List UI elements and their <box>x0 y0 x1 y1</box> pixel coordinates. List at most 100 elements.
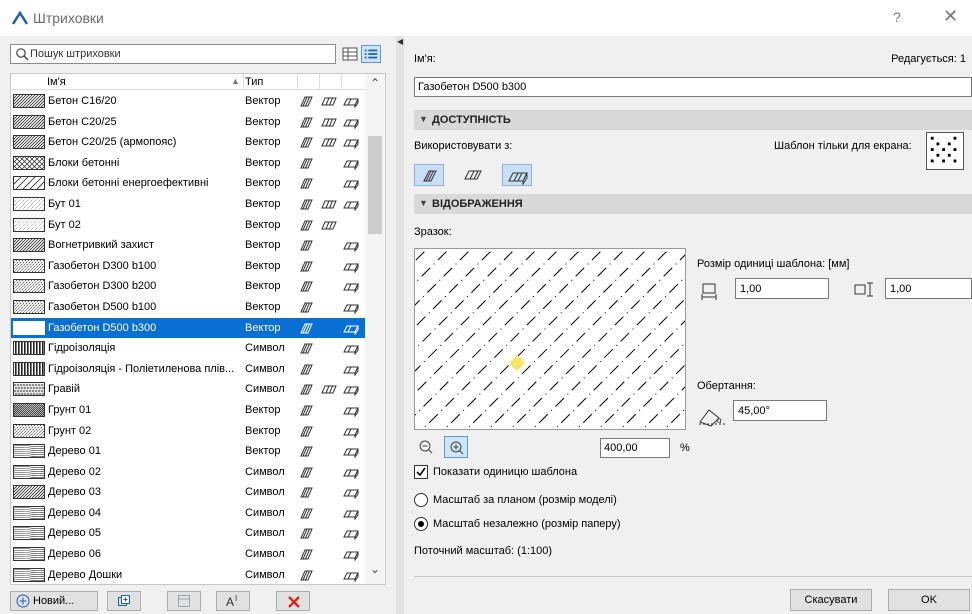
pattern-origin-marker[interactable] <box>509 355 525 371</box>
fill-type: Вектор <box>245 115 281 128</box>
list-row[interactable]: Газобетон D300 b100 Вектор <box>11 256 365 277</box>
zoom-out-button[interactable] <box>414 436 438 458</box>
sample-label: Зразок: <box>414 226 452 238</box>
collapse-arrow-icon[interactable]: ◀ <box>397 37 403 46</box>
column-type-header[interactable]: Тип <box>245 76 263 88</box>
panel-splitter[interactable]: ◀ <box>396 36 404 614</box>
unit-width-input[interactable]: 1,00 <box>735 278 829 299</box>
list-row[interactable]: Вогнетривкий захист Вектор <box>11 235 365 256</box>
list-row[interactable]: Бут 01 Вектор <box>11 194 365 215</box>
cut-fill-icon <box>508 172 528 186</box>
fill-name: Дерево 02 <box>48 465 101 478</box>
fill-name: Бетон С20/25 (армопояс) <box>48 136 177 149</box>
scroll-thumb[interactable] <box>368 136 382 234</box>
list-scrollbar[interactable]: ⌃ ⌄ <box>365 74 385 584</box>
fill-type: Вектор <box>245 445 281 458</box>
use-with-cut-toggle[interactable] <box>502 164 532 186</box>
cut-fill-icon <box>343 362 359 377</box>
list-row[interactable]: Гравій Символ <box>11 379 365 400</box>
zoom-input[interactable]: 400,00 <box>600 438 670 458</box>
expand-triangle-icon: ▼ <box>419 198 428 208</box>
list-row[interactable]: Блоки бетонні Вектор <box>11 153 365 174</box>
list-row[interactable]: Грунт 02 Вектор <box>11 421 365 442</box>
fill-name: Блоки бетонні енергоефективні <box>48 177 209 190</box>
list-row[interactable]: Бетон С20/25 (армопояс) Вектор <box>11 132 365 153</box>
zoom-in-icon <box>450 441 464 455</box>
unit-height-icon <box>854 282 873 297</box>
fill-name: Дерево 01 <box>48 445 101 458</box>
fill-type: Вектор <box>245 136 281 149</box>
rename-button[interactable]: A I <box>216 591 250 611</box>
help-button[interactable]: ? <box>893 9 901 25</box>
show-unit-label[interactable]: Показати одиницю шаблона <box>433 466 577 478</box>
close-button[interactable]: ✕ <box>943 6 958 27</box>
list-row[interactable]: Дерево 03 Символ <box>11 482 365 503</box>
list-row[interactable]: Газобетон D500 b300 Вектор <box>11 317 365 339</box>
drafting-fill-icon <box>299 115 315 129</box>
list-row[interactable]: Гідроізоляція - Поліетиленова плів... Сим… <box>11 359 365 380</box>
availability-section-header[interactable]: ▼ ДОСТУПНІСТЬ <box>414 110 972 130</box>
properties-button[interactable] <box>167 591 201 611</box>
drafting-fill-icon <box>299 485 315 499</box>
fill-pattern-swatch <box>13 423 45 438</box>
new-fill-button[interactable]: Новий... <box>10 591 98 611</box>
grid-view-icon[interactable] <box>340 45 360 63</box>
list-row[interactable]: Бетон С20/25 Вектор <box>11 112 365 133</box>
scale-plan-label[interactable]: Масштаб за планом (розмір моделі) <box>433 494 617 506</box>
radio-selected-dot <box>418 521 424 527</box>
fill-name: Бетон С20/25 <box>48 115 117 128</box>
list-row[interactable]: Блоки бетонні енергоефективні Вектор <box>11 173 365 194</box>
display-section-header[interactable]: ▼ ВІДОБРАЖЕННЯ <box>414 194 972 214</box>
pattern-preview[interactable] <box>414 248 686 430</box>
list-row[interactable]: Бетон С16/20 Вектор <box>11 91 365 112</box>
list-row[interactable]: Дерево 04 Символ <box>11 503 365 524</box>
list-row[interactable]: Газобетон D500 b100 Вектор <box>11 297 365 318</box>
list-row[interactable]: Газобетон D300 b200 Вектор <box>11 276 365 297</box>
delete-button[interactable] <box>276 591 310 611</box>
duplicate-button[interactable] <box>107 591 141 611</box>
drafting-fill-icon <box>299 94 315 108</box>
list-row[interactable]: Дерево 01 Вектор <box>11 441 365 462</box>
show-unit-checkbox[interactable] <box>414 465 428 479</box>
scale-independent-label[interactable]: Масштаб незалежно (розмір паперу) <box>433 518 621 530</box>
cut-fill-icon <box>343 156 359 171</box>
cancel-button[interactable]: Скасувати <box>790 589 872 611</box>
unit-height-input[interactable]: 1,00 <box>885 278 972 299</box>
cut-fill-icon <box>343 485 359 500</box>
list-row[interactable]: Дерево Дошки Символ <box>11 565 365 584</box>
list-row[interactable]: Гідроізоляція Символ <box>11 338 365 359</box>
checkmark-icon <box>416 467 426 477</box>
list-row[interactable]: Бут 02 Вектор <box>11 215 365 236</box>
zoom-in-button[interactable] <box>444 436 468 458</box>
list-row[interactable]: Дерево 02 Символ <box>11 462 365 483</box>
list-row[interactable]: Дерево 06 Символ <box>11 544 365 565</box>
svg-text:A: A <box>226 595 234 608</box>
drafting-fill-icon <box>299 444 315 458</box>
screen-pattern-preview[interactable] <box>926 132 964 170</box>
fill-type: Символ <box>245 548 285 561</box>
list-row[interactable]: Грунт 01 Вектор <box>11 400 365 421</box>
fill-name-input[interactable]: Газобетон D500 b300 <box>414 77 972 97</box>
divider <box>414 576 972 577</box>
scroll-down-icon[interactable]: ⌄ <box>370 562 380 576</box>
scale-plan-radio[interactable] <box>414 493 428 507</box>
fill-type: Вектор <box>245 177 281 190</box>
title-bar: Штриховки ? ✕ <box>0 0 972 36</box>
search-input[interactable]: Пошук штриховки <box>10 44 336 64</box>
rotation-input[interactable]: 45,00° <box>733 400 827 421</box>
ok-button[interactable]: OK <box>888 589 970 611</box>
rotation-label: Обертання: <box>697 380 756 392</box>
use-with-drafting-toggle[interactable] <box>414 164 444 186</box>
drafting-fill-icon <box>299 176 315 190</box>
scale-independent-radio[interactable] <box>414 517 428 531</box>
list-row[interactable]: Дерево 05 Символ <box>11 523 365 544</box>
list-header: Ім'я ▲ Тип <box>11 74 365 90</box>
column-name-header[interactable]: Ім'я <box>47 76 66 88</box>
svg-text:α: α <box>717 416 722 425</box>
scroll-up-icon[interactable]: ⌃ <box>370 76 380 90</box>
use-with-cover-toggle[interactable] <box>458 164 488 186</box>
list-view-icon[interactable] <box>361 45 381 63</box>
fill-name: Газобетон D500 b100 <box>48 300 157 313</box>
fill-type: Символ <box>245 383 285 396</box>
fill-type: Вектор <box>245 424 281 437</box>
